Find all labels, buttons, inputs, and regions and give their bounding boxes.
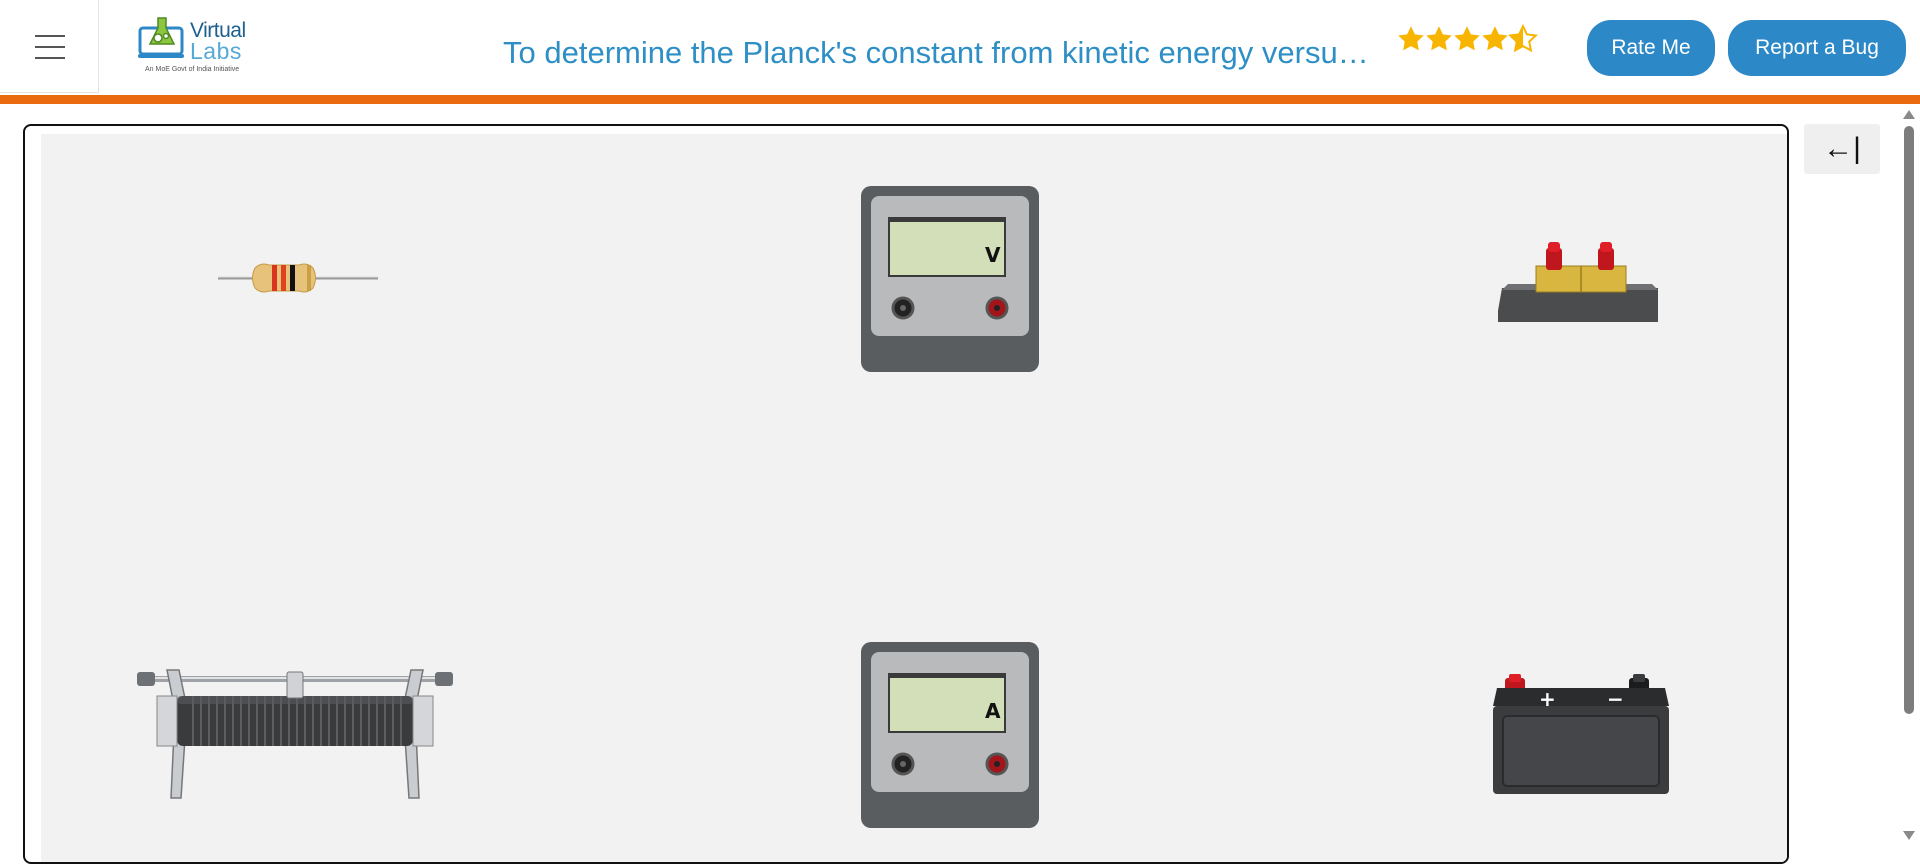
rating-stars bbox=[1396, 22, 1538, 60]
top-navbar: Virtual Labs An MoE Govt of India Initia… bbox=[0, 0, 1920, 95]
simulation-frame: V A + − bbox=[23, 124, 1789, 864]
logo-text-labs: Labs bbox=[190, 38, 242, 64]
page-title: To determine the Planck's constant from … bbox=[503, 35, 1375, 70]
scrollbar-thumb[interactable] bbox=[1904, 126, 1914, 714]
ammeter[interactable]: A bbox=[861, 642, 1039, 828]
virtual-labs-logo[interactable]: Virtual Labs An MoE Govt of India Initia… bbox=[138, 16, 250, 78]
flask-monitor-icon bbox=[138, 17, 184, 58]
report-bug-button[interactable]: Report a Bug bbox=[1728, 20, 1906, 76]
rate-me-button[interactable]: Rate Me bbox=[1587, 20, 1715, 76]
star-full-icon bbox=[1426, 26, 1452, 51]
star-full-icon bbox=[1398, 26, 1424, 51]
voltmeter-display-label: V bbox=[985, 243, 1001, 267]
menu-line bbox=[35, 46, 65, 48]
plug-key[interactable] bbox=[1498, 240, 1662, 324]
ammeter-display-label: A bbox=[985, 699, 1001, 723]
star-full-icon bbox=[1454, 26, 1480, 51]
star-full-icon bbox=[1482, 26, 1508, 51]
star-half-icon bbox=[1508, 23, 1538, 53]
battery-negative-sign: − bbox=[1607, 687, 1624, 711]
workbench-area: V A + − bbox=[41, 134, 1787, 862]
logo-tagline: An MoE Govt of India Initiative bbox=[145, 66, 240, 73]
header-divider bbox=[0, 95, 1920, 104]
resistor[interactable] bbox=[218, 259, 378, 297]
battery-positive-sign: + bbox=[1539, 687, 1556, 711]
menu-button[interactable] bbox=[0, 0, 99, 93]
voltmeter[interactable]: V bbox=[861, 186, 1039, 372]
rheostat[interactable] bbox=[137, 666, 453, 802]
scroll-up-arrow-icon[interactable] bbox=[1903, 110, 1915, 119]
battery[interactable]: + − bbox=[1491, 674, 1671, 796]
arrow-left-to-bar-icon: ←| bbox=[1823, 132, 1861, 165]
scroll-down-arrow-icon[interactable] bbox=[1903, 831, 1915, 840]
menu-line bbox=[35, 57, 65, 59]
menu-line bbox=[35, 35, 65, 37]
collapse-panel-button[interactable]: ←| bbox=[1804, 124, 1880, 174]
